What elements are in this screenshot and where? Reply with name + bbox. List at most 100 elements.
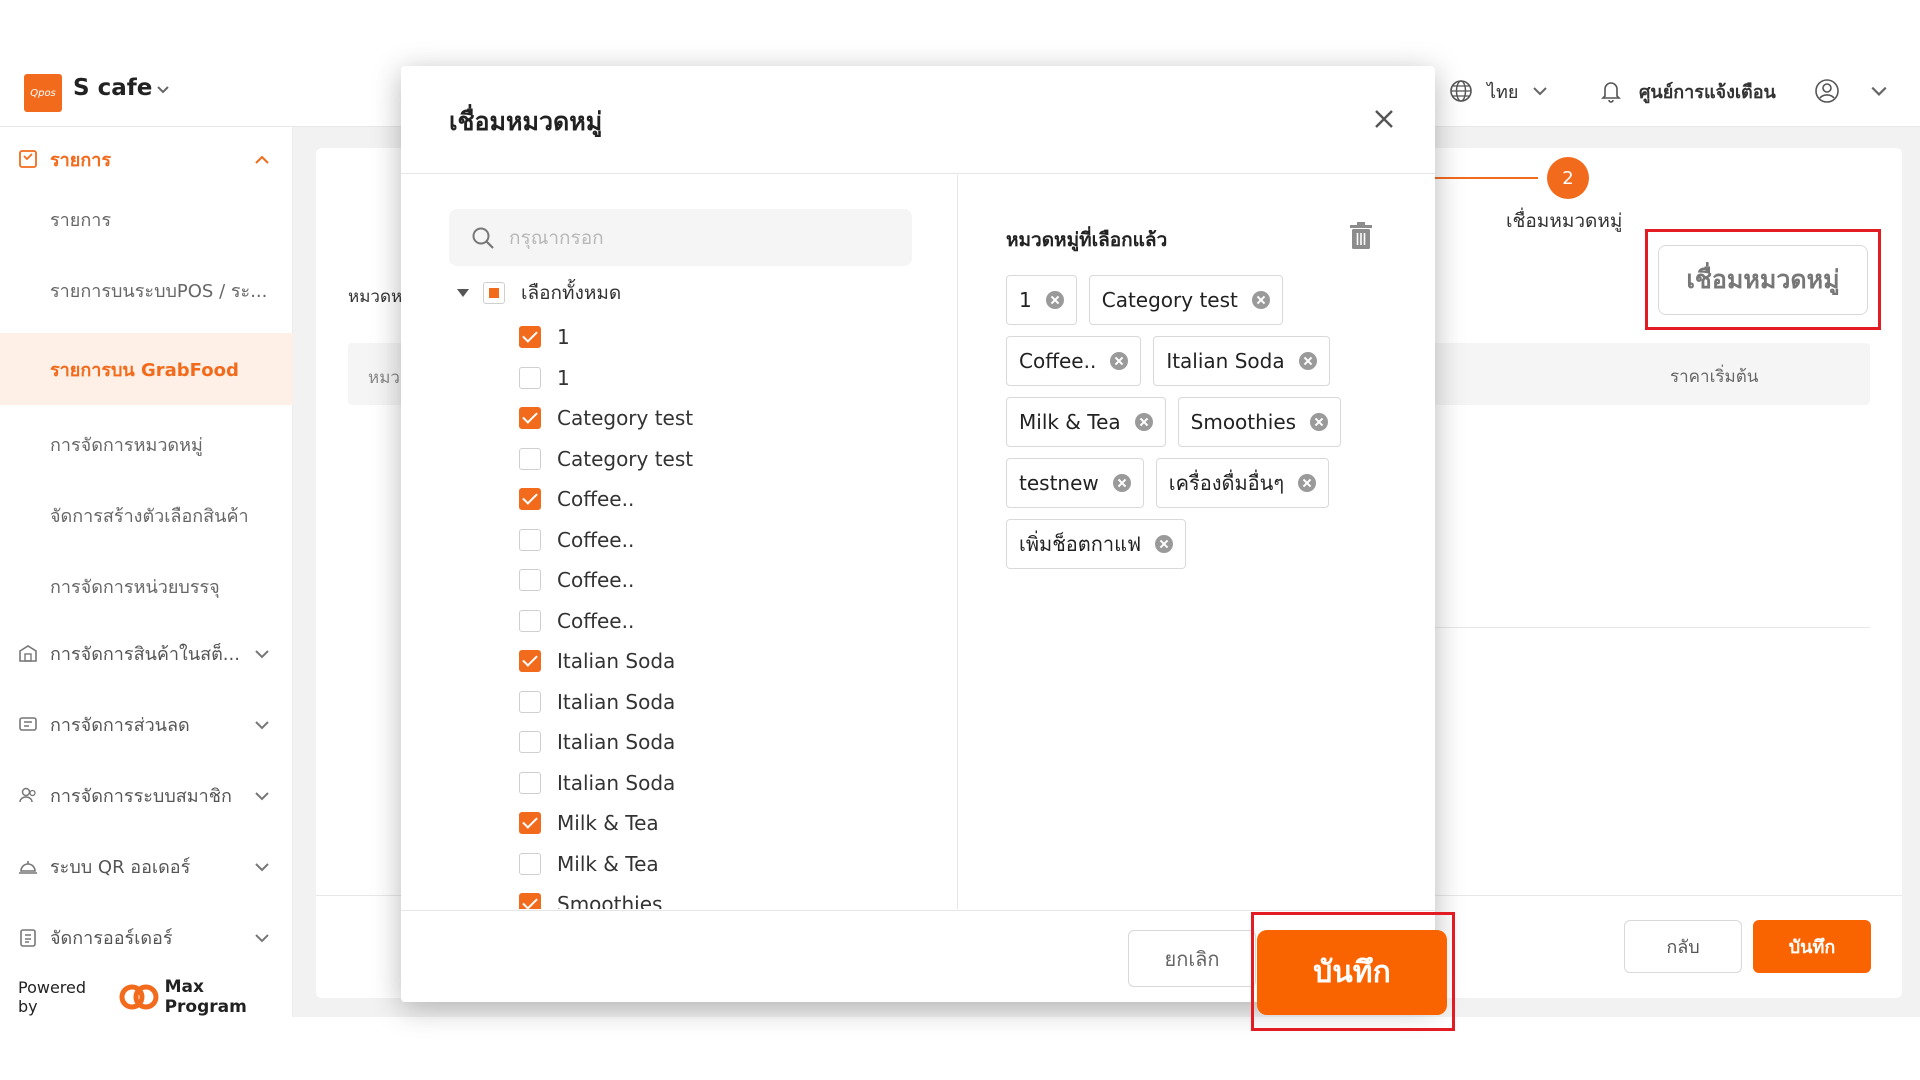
sidebar-group-label: การจัดการระบบสมาชิก xyxy=(50,785,232,807)
category-checkbox[interactable] xyxy=(519,447,541,470)
category-tree-item[interactable]: Milk & Tea xyxy=(519,803,693,844)
page-save-button[interactable]: บันทึก xyxy=(1753,920,1871,973)
search-input[interactable] xyxy=(509,219,889,257)
selected-tag-label: testnew xyxy=(1019,471,1099,495)
select-all-checkbox[interactable] xyxy=(483,282,505,304)
sidebar-item-category-management[interactable]: การจัดการหมวดหมู่ xyxy=(0,416,293,472)
category-tree-pane: เลือกทั้งหมด 1 1 Category test Category tes… xyxy=(401,175,958,909)
selected-tag-label: เครื่องดื่มอื่นๆ xyxy=(1168,471,1285,495)
category-checkbox[interactable] xyxy=(519,852,541,875)
category-checkbox[interactable] xyxy=(519,366,541,389)
powered-by: Powered by Max Program xyxy=(18,977,292,1017)
category-checkbox[interactable] xyxy=(519,771,541,794)
remove-tag-icon[interactable] xyxy=(1134,413,1153,431)
user-menu[interactable] xyxy=(1814,71,1888,111)
remove-tag-icon[interactable] xyxy=(1045,291,1064,309)
user-avatar-icon xyxy=(1815,79,1839,103)
category-tree-item[interactable]: Italian Soda xyxy=(519,763,693,804)
category-checkbox[interactable] xyxy=(519,609,541,632)
globe-icon xyxy=(1450,80,1472,102)
category-label: Smoothies xyxy=(557,892,663,909)
chevron-down-icon xyxy=(255,792,269,801)
category-tree-item[interactable]: Category test xyxy=(519,439,693,480)
chevron-down-icon[interactable] xyxy=(156,83,170,97)
caret-down-icon[interactable] xyxy=(457,289,469,297)
selected-categories-pane: หมวดหมู่ที่เลือกแล้ว 1 Category test Coffe… xyxy=(959,175,1435,909)
category-label: 1 xyxy=(557,365,570,390)
select-all-row[interactable]: เลือกทั้งหมด xyxy=(457,274,621,312)
category-tree-item[interactable]: Smoothies xyxy=(519,884,693,909)
remove-tag-icon[interactable] xyxy=(1110,352,1129,370)
sidebar-group-orders[interactable]: จัดการออร์เดอร์ xyxy=(0,905,293,969)
selected-tag: Italian Soda xyxy=(1153,336,1330,386)
sidebar-group-items[interactable]: รายการ xyxy=(0,127,293,191)
category-tree-item[interactable]: Coffee.. xyxy=(519,560,693,601)
step-connector xyxy=(1430,177,1538,179)
sidebar-item-product-options[interactable]: จัดการสร้างตัวเลือกสินค้า xyxy=(0,487,293,543)
category-checkbox[interactable] xyxy=(519,690,541,713)
warehouse-icon xyxy=(19,645,37,662)
sidebar-item-packaging-units[interactable]: การจัดการหน่วยบรรจุ xyxy=(0,558,293,614)
sidebar-item-grabfood[interactable]: รายการบน GrabFood xyxy=(0,333,293,405)
modal-title: เชื่อมหมวดหมู่ xyxy=(449,107,603,136)
close-icon[interactable] xyxy=(1369,104,1399,134)
brand-logo: Qpos xyxy=(24,74,62,112)
category-checkbox[interactable] xyxy=(519,326,541,349)
selected-tag-label: Category test xyxy=(1101,288,1238,312)
store-name[interactable]: S cafe xyxy=(73,75,152,101)
search-box[interactable] xyxy=(449,209,912,266)
category-label: Italian Soda xyxy=(557,770,676,795)
chevron-down-icon xyxy=(1871,86,1887,96)
sidebar-group-discounts[interactable]: การจัดการส่วนลด xyxy=(0,692,293,756)
sidebar-item-list[interactable]: รายการ xyxy=(0,191,293,247)
sidebar-item-pos-list[interactable]: รายการบนระบบPOS / ระ... xyxy=(0,262,293,318)
category-tree-item[interactable]: Coffee.. xyxy=(519,479,693,520)
category-tree-item[interactable]: Italian Soda xyxy=(519,682,693,723)
selected-tag-label: Milk & Tea xyxy=(1019,410,1121,434)
category-tree-item[interactable]: 1 xyxy=(519,358,693,399)
cancel-button[interactable]: ยกเลิก xyxy=(1128,930,1256,987)
category-tree-item[interactable]: Italian Soda xyxy=(519,641,693,682)
notification-center[interactable]: ศูนย์การแจ้งเตือน xyxy=(1599,71,1776,111)
category-tree-item[interactable]: 1 xyxy=(519,317,693,358)
remove-tag-icon[interactable] xyxy=(1298,474,1317,492)
category-checkbox[interactable] xyxy=(519,893,541,909)
category-tree-item[interactable]: Milk & Tea xyxy=(519,844,693,885)
members-icon xyxy=(19,787,36,803)
remove-tag-icon[interactable] xyxy=(1310,413,1329,431)
category-tree-item[interactable]: Coffee.. xyxy=(519,520,693,561)
divider xyxy=(1430,627,1870,628)
remove-tag-icon[interactable] xyxy=(1298,352,1317,370)
trash-icon[interactable] xyxy=(1347,221,1375,251)
sidebar-group-stock[interactable]: การจัดการสินค้าในสต็... xyxy=(0,621,293,685)
category-checkbox[interactable] xyxy=(519,407,541,430)
highlight-box xyxy=(1645,229,1881,330)
language-switcher[interactable]: ไทย xyxy=(1449,71,1548,111)
category-checkbox[interactable] xyxy=(519,488,541,511)
category-label: Coffee.. xyxy=(557,568,635,593)
category-tree-item[interactable]: Italian Soda xyxy=(519,722,693,763)
category-checkbox[interactable] xyxy=(519,731,541,754)
sidebar-group-membership[interactable]: การจัดการระบบสมาชิก xyxy=(0,763,293,827)
coupon-icon xyxy=(19,717,37,731)
selected-categories-title: หมวดหมู่ที่เลือกแล้ว xyxy=(1006,229,1168,251)
back-button[interactable]: กลับ xyxy=(1624,920,1742,973)
column-header-start-price: ราคาเริ่มต้น xyxy=(1670,367,1759,387)
category-tree-item[interactable]: Category test xyxy=(519,398,693,439)
remove-tag-icon[interactable] xyxy=(1112,474,1131,492)
step-label: เชื่อมหมวดหมู่ xyxy=(1506,210,1623,232)
category-checkbox[interactable] xyxy=(519,569,541,592)
selected-tag: Milk & Tea xyxy=(1006,397,1166,447)
sidebar-group-label: ระบบ QR ออเดอร์ xyxy=(50,856,191,878)
sidebar-group-qr-order[interactable]: ระบบ QR ออเดอร์ xyxy=(0,834,293,898)
category-checkbox[interactable] xyxy=(519,528,541,551)
remove-tag-icon[interactable] xyxy=(1155,535,1174,553)
category-checkbox[interactable] xyxy=(519,650,541,673)
remove-tag-icon[interactable] xyxy=(1251,291,1270,309)
category-tree-item[interactable]: Coffee.. xyxy=(519,601,693,642)
powered-by-brand: Max Program xyxy=(164,977,247,1017)
chevron-down-icon xyxy=(255,721,269,730)
category-label: Coffee.. xyxy=(557,527,635,552)
chevron-down-icon xyxy=(1533,87,1548,96)
category-checkbox[interactable] xyxy=(519,812,541,835)
